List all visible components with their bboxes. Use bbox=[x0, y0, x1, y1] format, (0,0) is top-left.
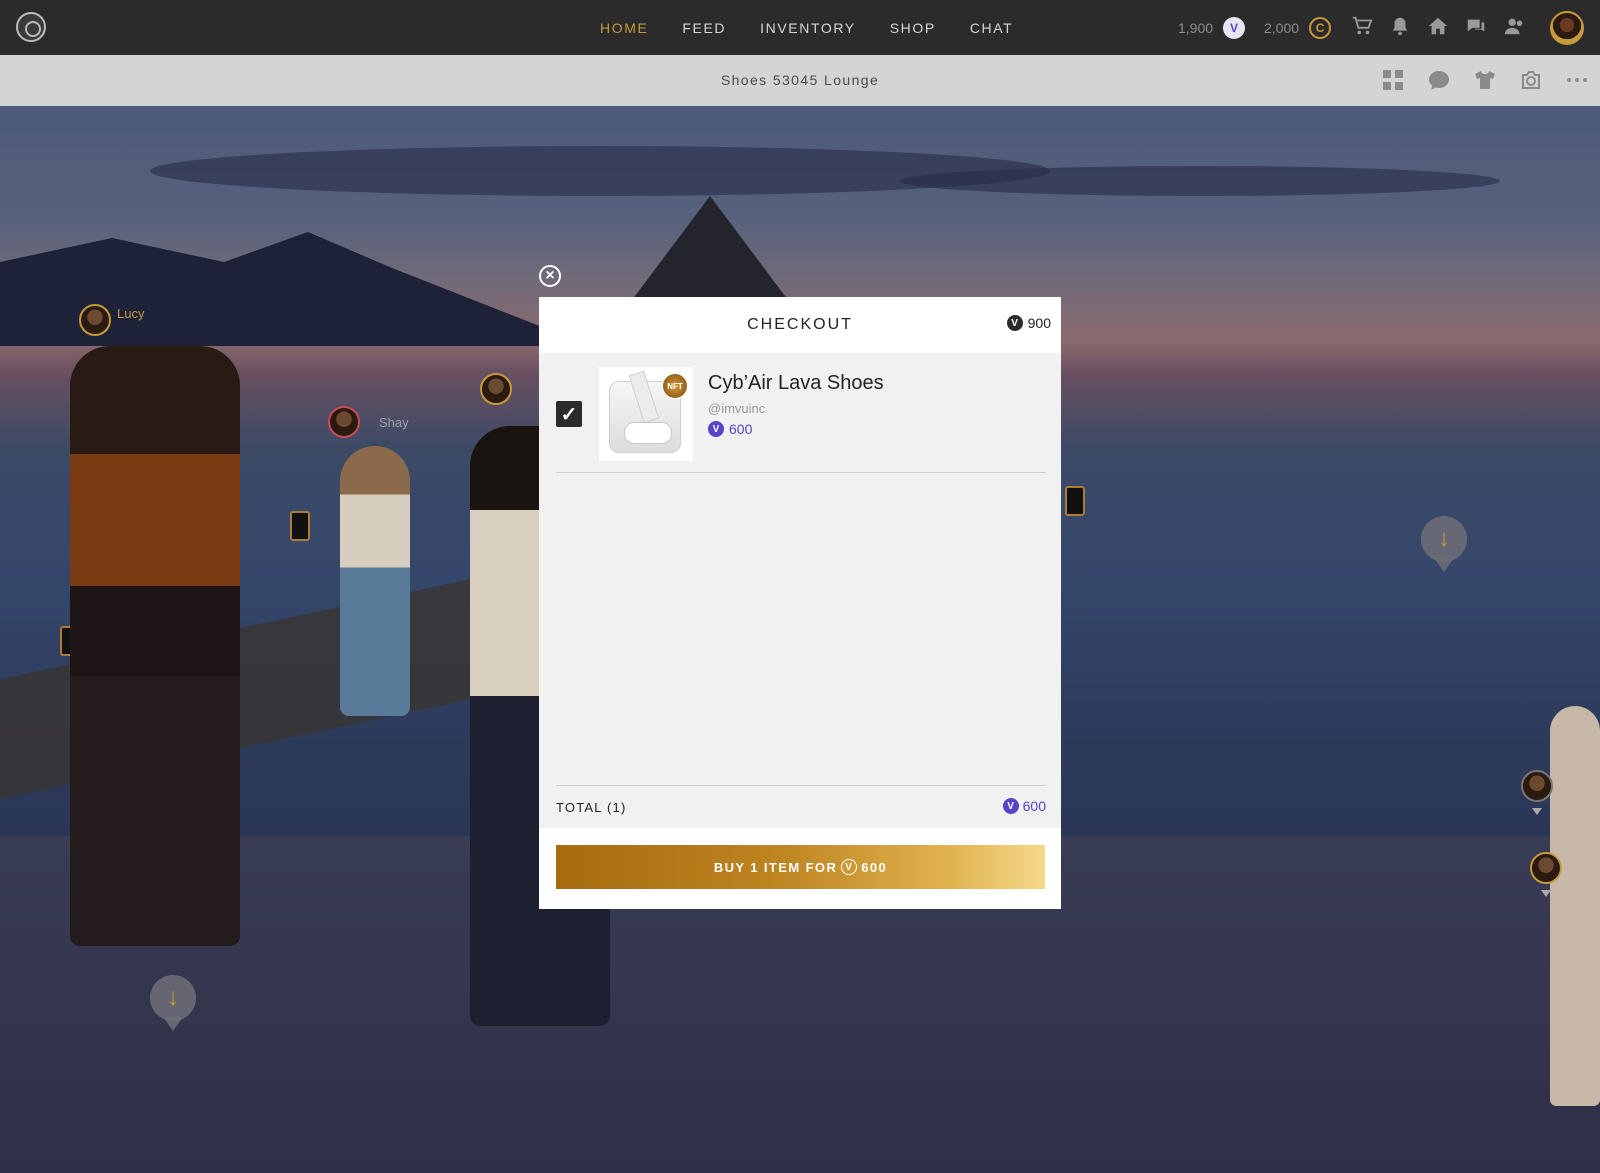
chat-bubble-icon[interactable] bbox=[1426, 67, 1452, 93]
total-value-amount: 600 bbox=[1022, 798, 1046, 814]
drop-pin-arrow-icon[interactable]: ↓ bbox=[150, 975, 196, 1031]
avatar-figure[interactable] bbox=[1550, 706, 1600, 1106]
buy-button-value: 600 bbox=[861, 859, 888, 875]
total-value: V 600 bbox=[1002, 798, 1046, 814]
side-avatar[interactable] bbox=[1530, 852, 1562, 884]
checkout-title: CHECKOUT bbox=[747, 316, 853, 333]
item-checkbox[interactable]: ✓ bbox=[556, 401, 582, 427]
vcoin-icon: V bbox=[1223, 16, 1246, 39]
room-title: Shoes 53045 Lounge bbox=[720, 72, 880, 88]
total-label: TOTAL (1) bbox=[556, 800, 627, 815]
friends-icon[interactable] bbox=[1502, 14, 1526, 38]
item-name: Cyb’Air Lava Shoes bbox=[708, 372, 884, 394]
vcoin-balance[interactable]: 1,900 V bbox=[1178, 0, 1246, 55]
drop-pin-arrow-icon[interactable]: ↓ bbox=[1421, 516, 1467, 572]
checkout-modal: CHECKOUT V 900 ✓ NFT Cyb’Air Lava Shoes … bbox=[539, 297, 1061, 909]
chevron-down-icon bbox=[1532, 808, 1542, 815]
user-pin-avatar[interactable] bbox=[480, 373, 512, 405]
cart-icon[interactable] bbox=[1350, 14, 1374, 38]
imvu-logo-icon[interactable] bbox=[16, 12, 46, 42]
nav-home[interactable]: HOME bbox=[600, 20, 648, 36]
close-modal-icon[interactable]: × bbox=[539, 265, 561, 287]
arrow-down-icon: ↓ bbox=[1421, 516, 1467, 562]
user-pin-avatar[interactable] bbox=[79, 304, 111, 336]
item-thumbnail[interactable]: NFT bbox=[599, 367, 693, 461]
item-creator[interactable]: @imvuinc bbox=[708, 401, 765, 416]
outfit-shirt-icon[interactable] bbox=[1472, 67, 1498, 93]
main-nav: HOME FEED INVENTORY SHOP CHAT bbox=[600, 0, 1013, 55]
total-row: TOTAL (1) V 600 bbox=[556, 785, 1046, 827]
more-options-icon[interactable] bbox=[1564, 67, 1590, 93]
room-toolbar bbox=[1380, 67, 1590, 93]
notifications-bell-icon[interactable] bbox=[1388, 14, 1412, 38]
layout-grid-icon[interactable] bbox=[1380, 67, 1406, 93]
cart-item: ✓ NFT Cyb’Air Lava Shoes @imvuinc V 600 bbox=[556, 367, 1046, 473]
credits-balance-value: 2,000 bbox=[1264, 19, 1300, 36]
vcoin-icon: V bbox=[708, 421, 724, 437]
home-icon[interactable] bbox=[1426, 14, 1450, 38]
user-avatar[interactable] bbox=[1550, 11, 1584, 45]
user-name-lucy: Lucy bbox=[117, 306, 145, 321]
top-icons bbox=[1350, 14, 1526, 38]
room-bar: Shoes 53045 Lounge bbox=[0, 55, 1600, 106]
nav-shop[interactable]: SHOP bbox=[890, 20, 936, 36]
checkout-footer: BUY 1 ITEM FOR V 600 bbox=[539, 828, 1061, 909]
arrow-down-icon: ↓ bbox=[150, 975, 196, 1021]
user-pin-avatar[interactable] bbox=[328, 406, 360, 438]
cloud bbox=[900, 166, 1500, 196]
lantern bbox=[290, 511, 310, 541]
camera-icon[interactable] bbox=[1518, 67, 1544, 93]
checkout-balance-value: 900 bbox=[1027, 315, 1051, 331]
avatar-figure-lucy[interactable] bbox=[70, 346, 240, 946]
user-name-shay: Shay bbox=[379, 415, 409, 430]
nav-inventory[interactable]: INVENTORY bbox=[760, 20, 856, 36]
nav-chat[interactable]: CHAT bbox=[970, 20, 1013, 36]
nft-badge: NFT bbox=[662, 373, 688, 399]
lantern bbox=[1065, 486, 1085, 516]
vcoin-balance-value: 1,900 bbox=[1178, 19, 1214, 36]
buy-button-label: BUY 1 ITEM FOR bbox=[713, 859, 838, 875]
cloud bbox=[150, 146, 1050, 196]
messages-icon[interactable] bbox=[1464, 14, 1488, 38]
item-price: V 600 bbox=[708, 421, 752, 437]
checkout-balance: V 900 bbox=[1006, 315, 1051, 331]
credits-icon: C bbox=[1309, 16, 1332, 39]
vcoin-icon: V bbox=[1002, 798, 1019, 814]
chevron-down-icon bbox=[1541, 890, 1551, 897]
item-price-value: 600 bbox=[729, 421, 753, 437]
buy-button[interactable]: BUY 1 ITEM FOR V 600 bbox=[556, 845, 1045, 889]
nav-feed[interactable]: FEED bbox=[682, 20, 726, 36]
side-avatar[interactable] bbox=[1521, 770, 1553, 802]
top-nav-bar: HOME FEED INVENTORY SHOP CHAT 1,900 V 2,… bbox=[0, 0, 1600, 55]
checkout-header: CHECKOUT V 900 bbox=[539, 297, 1061, 353]
vcoin-icon: V bbox=[1006, 315, 1023, 331]
credits-balance[interactable]: 2,000 C bbox=[1264, 0, 1332, 55]
avatar-figure-shay[interactable] bbox=[340, 446, 410, 716]
vcoin-icon: V bbox=[841, 859, 858, 875]
